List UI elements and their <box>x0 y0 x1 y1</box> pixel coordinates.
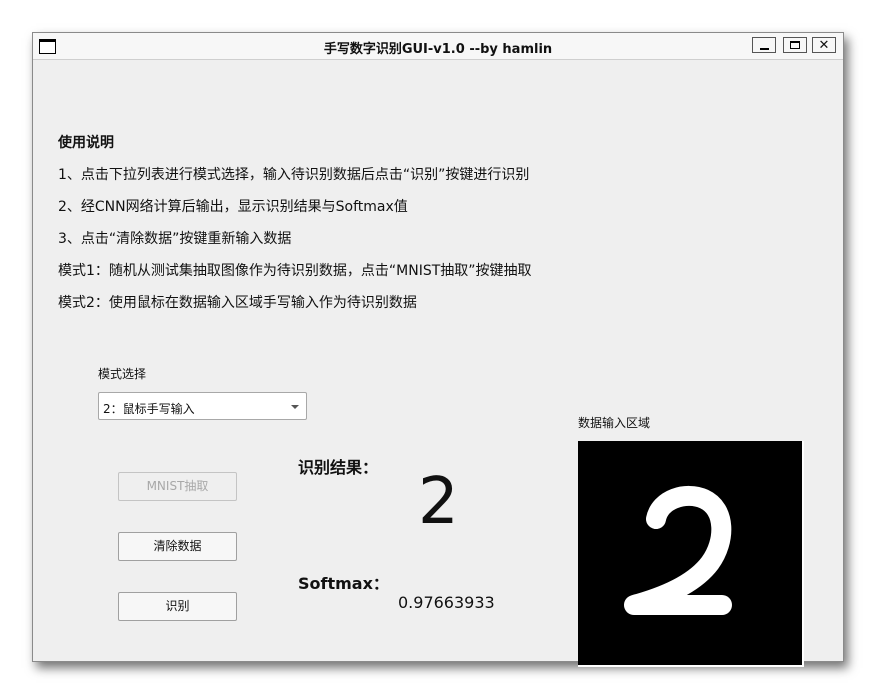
instruction-mode-1: 模式1：随机从测试集抽取图像作为待识别数据，点击“MNIST抽取”按键抽取 <box>58 263 532 279</box>
mode-select-label: 模式选择 <box>98 367 147 381</box>
softmax-value: 0.97663933 <box>398 593 495 612</box>
recognize-button[interactable]: 识别 <box>118 592 237 621</box>
result-label: 识别结果： <box>298 458 379 477</box>
minimize-icon <box>759 47 769 50</box>
instructions-heading: 使用说明 <box>58 135 114 151</box>
mode-select-value: 2：鼠标手写输入 <box>103 402 195 416</box>
instruction-line-3: 3、点击“清除数据”按键重新输入数据 <box>58 231 292 247</box>
clear-data-button[interactable]: 清除数据 <box>118 532 237 561</box>
handwritten-digit-drawing <box>624 485 732 615</box>
app-window: 手写数字识别GUI-v1.0 --by hamlin ✕ 使用说明 1、点击下拉… <box>32 32 844 667</box>
softmax-label: Softmax： <box>298 574 389 593</box>
drawing-canvas[interactable] <box>578 441 804 667</box>
mode-select-dropdown[interactable]: 2：鼠标手写输入 <box>98 392 307 420</box>
instruction-line-2: 2、经CNN网络计算后输出，显示识别结果与Softmax值 <box>58 199 408 215</box>
result-value: 2 <box>418 465 459 539</box>
main-panel: 使用说明 1、点击下拉列表进行模式选择，输入待识别数据后点击“识别”按键进行识别… <box>38 60 838 667</box>
chevron-down-icon <box>291 405 299 409</box>
maximize-icon <box>790 41 800 49</box>
close-button[interactable]: ✕ <box>812 37 836 53</box>
mnist-sample-button[interactable]: MNIST抽取 <box>118 472 237 501</box>
close-icon: ✕ <box>818 37 830 53</box>
instruction-line-1: 1、点击下拉列表进行模式选择，输入待识别数据后点击“识别”按键进行识别 <box>58 167 530 183</box>
title-bar[interactable]: 手写数字识别GUI-v1.0 --by hamlin ✕ <box>33 33 843 60</box>
maximize-button[interactable] <box>783 37 807 53</box>
input-area-label: 数据输入区域 <box>578 416 651 430</box>
minimize-button[interactable] <box>752 37 776 53</box>
window-title: 手写数字识别GUI-v1.0 --by hamlin <box>323 42 553 57</box>
instruction-mode-2: 模式2：使用鼠标在数据输入区域手写输入作为待识别数据 <box>58 295 417 311</box>
